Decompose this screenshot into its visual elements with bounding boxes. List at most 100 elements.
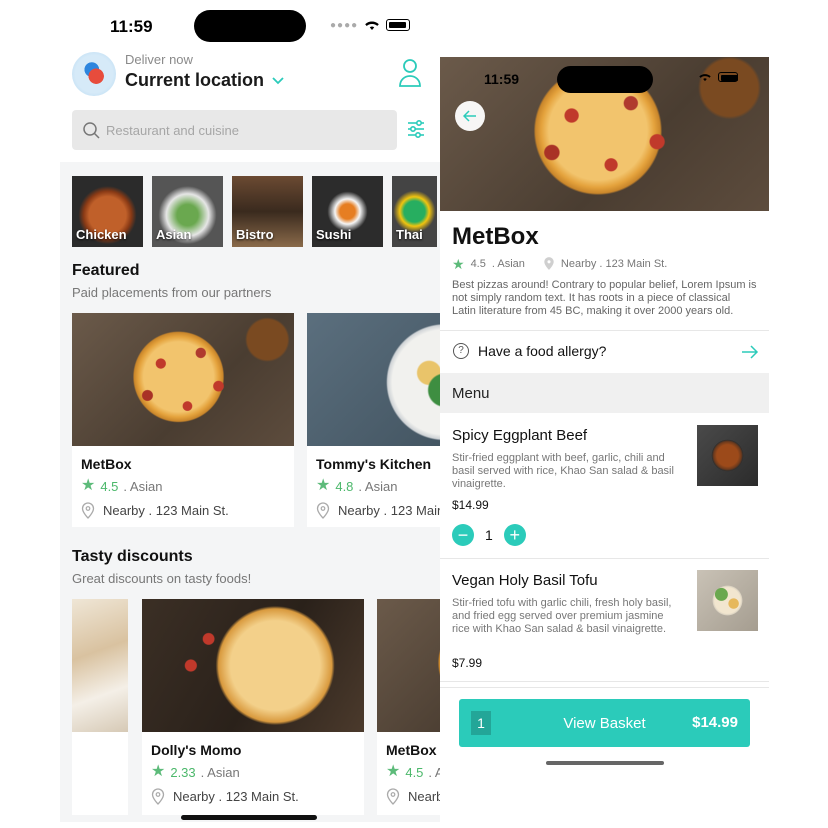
status-time: 11:59 [484,71,520,87]
category-label: Thai [396,227,423,242]
status-time: 11:59 [110,17,153,36]
category-label: Chicken [76,227,127,242]
battery-icon [718,72,738,82]
view-basket-button[interactable]: 1 View Basket $14.99 [459,699,750,747]
dynamic-island [194,10,306,42]
restaurant-rating: ★ 4.5 . Asian [386,764,440,780]
location-pin-icon [386,788,400,805]
search-icon [83,122,100,139]
chevron-down-icon [272,76,284,84]
category-bistro[interactable]: Bistro [232,176,303,247]
location-pin-icon [81,502,95,519]
category-row: Chicken Asian Bistro Sushi Thai [72,176,437,247]
plus-button[interactable]: + [503,524,526,546]
wifi-icon [699,74,711,82]
address-text: Nearby . 123 Main St. [338,503,440,518]
search-input[interactable] [106,122,386,138]
restaurant-meta: ★ 4.5 . Asian Nearby . 123 Main St. [452,256,667,271]
search-bar[interactable] [72,110,397,150]
location-pin-icon [316,502,330,519]
discounts-title: Tasty discounts [72,548,193,565]
category-thai[interactable]: Thai [392,176,437,247]
restaurant-address: Nearby . 123 Main St. [316,502,440,519]
location-pin-icon [544,257,554,270]
restaurant-card[interactable]: MetBox ★ 4.5 . Asian Nearby . 123 Main S… [72,313,294,527]
restaurant-image [72,313,294,446]
category-chicken[interactable]: Chicken [72,176,143,247]
featured-subtitle: Paid placements from our partners [72,285,272,300]
restaurant-address: Nearby . 123 Main St. [386,788,440,805]
food-allergy-row[interactable]: ? Have a food allergy? [440,331,769,373]
wifi-icon [365,21,379,30]
divider [440,687,769,688]
question-icon: ? [453,343,469,359]
avatar[interactable] [72,52,116,96]
dynamic-island [557,66,653,93]
category-label: Sushi [316,227,352,242]
star-icon: ★ [151,763,166,780]
restaurant-address: Nearby . 123 Main St. [81,502,229,519]
address-text: Nearby . 123 Main St. [103,503,229,518]
restaurant-card-partial[interactable] [72,599,128,815]
minus-button[interactable]: − [452,524,474,546]
star-icon: ★ [452,255,465,272]
cuisine: . Asian [428,764,440,780]
menu-item-price: $7.99 [452,656,483,670]
restaurant-image [307,313,440,446]
quantity-stepper: − 1 + [452,524,526,546]
menu-item-description: Stir-fried eggplant with beef, garlic, c… [452,452,674,490]
rating-value: 4.8 [335,478,354,494]
user-icon[interactable] [398,58,422,88]
home-indicator[interactable] [546,761,664,765]
restaurant-card[interactable]: Tommy's Kitchen ★ 4.8 . Asian Nearby . 1… [307,313,440,527]
restaurant-detail-screen: 11:59 MetBox ★ 4.5 . Asian Nearby . 123 … [440,57,769,771]
category-label: Bistro [236,227,274,242]
status-icons: ●●●● [330,19,411,31]
cuisine: . Asian [491,257,525,270]
star-icon: ★ [81,477,96,494]
restaurant-description: Best pizzas around! Contrary to popular … [452,279,757,317]
restaurant-image [377,599,440,732]
restaurant-name: Tommy's Kitchen [316,456,432,472]
star-icon: ★ [386,763,401,780]
cuisine: . Asian [200,764,240,780]
back-arrow-icon [463,110,476,122]
battery-icon [386,19,411,31]
home-screen: 11:59 ●●●● Deliver now Current location … [60,0,440,828]
menu-header-label: Menu [452,385,490,402]
deliver-now-label: Deliver now [125,52,193,67]
restaurant-card[interactable]: MetBox ★ 4.5 . Asian Nearby . 123 Main S… [377,599,440,815]
star-icon: ★ [316,477,331,494]
quantity-value: 1 [485,527,493,543]
menu-item-name: Vegan Holy Basil Tofu [452,572,598,589]
cuisine: . Asian [358,478,398,494]
category-asian[interactable]: Asian [152,176,223,247]
divider [440,681,769,682]
restaurant-address: Nearby . 123 Main St. [151,788,299,805]
menu-item-description: Stir-fried tofu with garlic chili, fresh… [452,597,672,635]
discounts-subtitle: Great discounts on tasty foods! [72,571,252,586]
minus-icon: − [457,525,469,545]
menu-item-name: Spicy Eggplant Beef [452,427,588,444]
restaurant-rating: ★ 2.33 . Asian [151,764,240,780]
cuisine: . Asian [123,478,163,494]
restaurant-name: Dolly's Momo [151,742,242,758]
restaurant-name: MetBox [81,456,132,472]
back-button[interactable] [455,101,485,131]
signal-icon: ●●●● [330,19,359,31]
restaurant-card[interactable]: Dolly's Momo ★ 2.33 . Asian Nearby . 123… [142,599,364,815]
arrow-right-icon [742,345,759,359]
home-indicator[interactable] [181,815,317,820]
plus-icon: + [509,525,521,545]
menu-item-image [697,570,758,631]
filter-icon[interactable] [406,118,426,140]
location-selector[interactable]: Current location [125,70,284,91]
allergy-label: Have a food allergy? [478,343,607,359]
address-text: Nearby . 123 Main St. [560,257,668,270]
menu-section-header: Menu [440,373,769,413]
rating-value: 4.5 [405,764,424,780]
location-text: Current location [125,70,265,90]
location-pin-icon [151,788,165,805]
category-sushi[interactable]: Sushi [312,176,383,247]
featured-title: Featured [72,262,140,279]
